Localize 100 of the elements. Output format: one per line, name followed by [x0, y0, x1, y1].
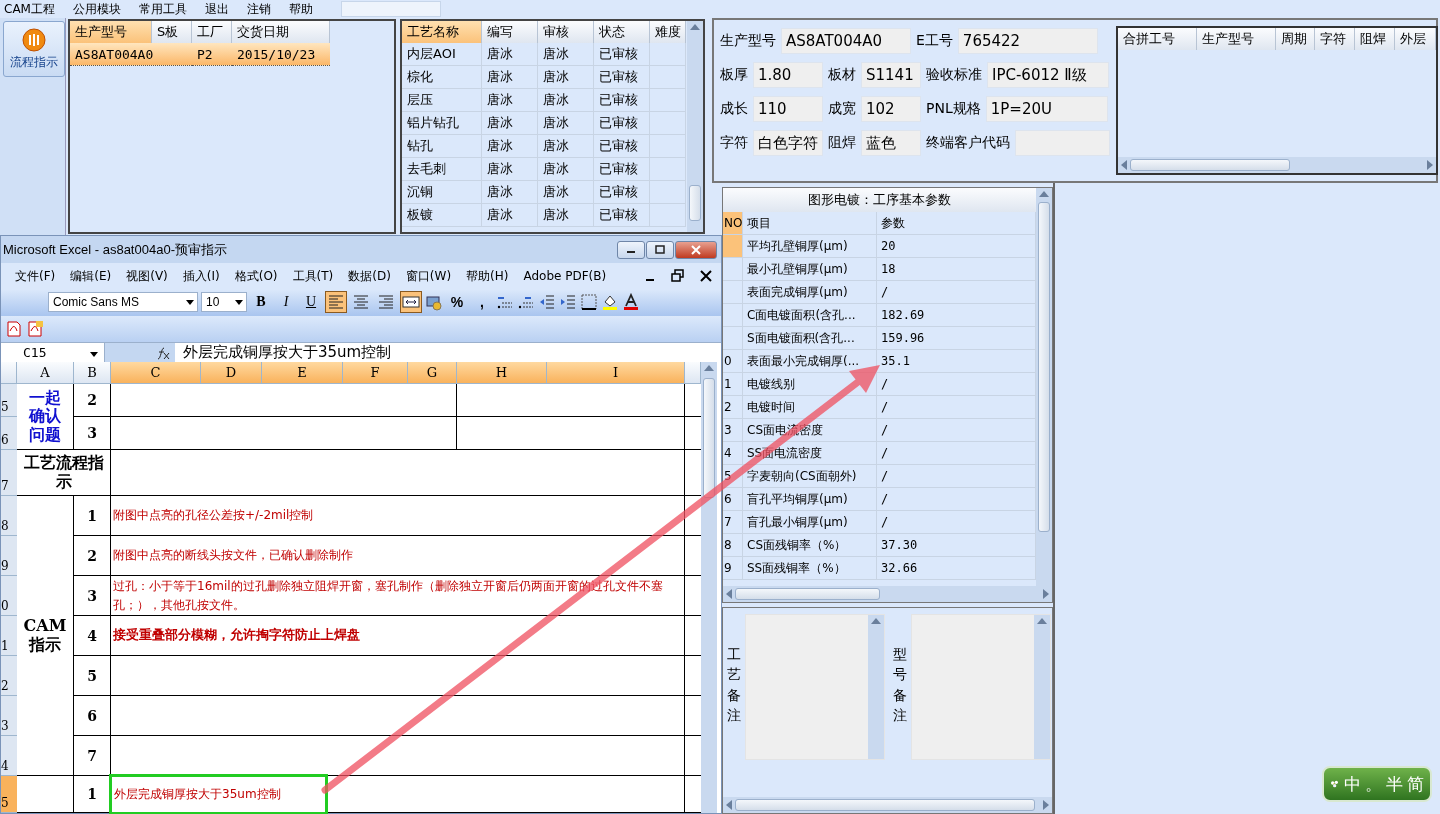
vertical-scrollbar[interactable]	[701, 362, 717, 813]
search-field[interactable]	[340, 1, 441, 17]
scroll-right-icon[interactable]	[1042, 589, 1050, 599]
scroll-up-icon[interactable]	[704, 364, 714, 372]
corner-cell[interactable]	[1, 362, 17, 384]
row-header[interactable]: 1	[1, 616, 17, 656]
note-field[interactable]	[745, 614, 885, 760]
scroll-thumb[interactable]	[1130, 159, 1290, 171]
sheet-cell[interactable]	[111, 417, 457, 450]
scroll-left-icon[interactable]	[1120, 160, 1128, 170]
pdf-icon[interactable]	[26, 319, 44, 338]
pdf-icon[interactable]	[5, 319, 23, 338]
text-field[interactable]: S1141	[861, 62, 921, 88]
column-header[interactable]: H	[457, 362, 547, 384]
sheet-cell[interactable]	[111, 656, 685, 696]
horizontal-scrollbar[interactable]	[723, 586, 1052, 602]
format-button[interactable]: U	[300, 291, 322, 314]
scroll-up-icon[interactable]	[690, 23, 700, 31]
sheet-cell[interactable]: 附图中点亮的孔径公差按+/-2mil控制	[111, 506, 316, 525]
text-field[interactable]: 110	[753, 96, 823, 122]
outdent-icon[interactable]	[538, 293, 556, 312]
menu-item[interactable]: 数据(D)	[348, 267, 391, 285]
ime-toggle[interactable]: 。	[1365, 772, 1382, 796]
row-header[interactable]: 9	[1, 536, 17, 576]
column-header[interactable]: 审核	[538, 21, 594, 43]
column-header[interactable]: 外层	[1394, 28, 1437, 50]
text-field[interactable]: 1.80	[753, 62, 823, 88]
row-header[interactable]: 0	[1, 576, 17, 616]
column-header[interactable]: S板	[152, 21, 192, 43]
row-header[interactable]: 7	[1, 450, 17, 496]
number-format-button[interactable]: ,	[471, 291, 493, 314]
vertical-scrollbar[interactable]	[1036, 188, 1052, 586]
vertical-scrollbar[interactable]	[1034, 615, 1050, 759]
text-field[interactable]: 102	[861, 96, 921, 122]
menu-item[interactable]: 注销	[246, 0, 271, 18]
column-header[interactable]: 工艺名称	[402, 21, 482, 43]
column-header[interactable]: 阻焊	[1355, 28, 1395, 50]
scroll-left-icon[interactable]	[725, 589, 733, 599]
column-header[interactable]: A	[17, 362, 74, 384]
format-button[interactable]: B	[250, 291, 272, 314]
menu-item[interactable]: 窗口(W)	[405, 267, 452, 285]
column-header[interactable]	[685, 362, 701, 384]
text-field[interactable]: IPC-6012 Ⅱ级	[987, 62, 1109, 88]
sheet-cell[interactable]	[17, 776, 74, 813]
scroll-thumb[interactable]	[735, 588, 880, 600]
menu-item[interactable]: 文件(F)	[15, 267, 56, 285]
column-header[interactable]: C	[111, 362, 201, 384]
dropdown-icon[interactable]	[90, 352, 98, 357]
menu-item[interactable]: Adobe PDF(B)	[523, 269, 607, 284]
scroll-up-icon[interactable]	[1037, 617, 1047, 625]
ime-toggle[interactable]: 半	[1386, 772, 1403, 796]
vertical-scrollbar[interactable]	[687, 21, 703, 232]
scroll-thumb[interactable]	[1038, 202, 1050, 532]
menu-item[interactable]: CAM工程	[4, 0, 55, 18]
sheet-cell[interactable]: 附图中点亮的断线头按文件，已确认删除制作	[111, 546, 355, 565]
column-header[interactable]: 编写	[482, 21, 538, 43]
flow-button[interactable]: 流程指示	[3, 21, 65, 77]
sheet-cell[interactable]	[111, 696, 685, 736]
column-header[interactable]: 难度	[650, 21, 686, 43]
row-header[interactable]: 5	[1, 384, 17, 417]
column-header[interactable]: 工厂	[192, 21, 232, 43]
menu-item[interactable]: 常用工具	[138, 0, 187, 18]
align-left-button[interactable]	[325, 291, 347, 314]
row-header[interactable]: 2	[1, 656, 17, 696]
sheet-cell[interactable]	[111, 450, 685, 496]
menu-item[interactable]: 插入(I)	[182, 267, 220, 285]
scroll-up-icon[interactable]	[1039, 190, 1049, 198]
borders-icon[interactable]	[580, 293, 598, 312]
scroll-thumb[interactable]	[735, 799, 1035, 811]
dropdown-icon[interactable]	[235, 299, 243, 305]
dropdown-icon[interactable]	[186, 299, 194, 305]
column-header[interactable]: I	[547, 362, 685, 384]
function-icon[interactable]	[155, 345, 171, 360]
font-color-icon[interactable]	[622, 293, 640, 312]
scroll-up-icon[interactable]	[871, 617, 881, 625]
scroll-right-icon[interactable]	[1042, 800, 1050, 810]
vertical-scrollbar[interactable]	[868, 615, 884, 759]
column-header[interactable]: 生产型号	[1196, 28, 1276, 50]
column-header[interactable]: G	[408, 362, 457, 384]
sheet-cell[interactable]: 接受重叠部分模糊，允许掏字符防止上焊盘	[111, 625, 362, 646]
fill-color-icon[interactable]	[601, 293, 619, 312]
text-field[interactable]: 765422	[957, 28, 1098, 54]
row-header[interactable]: 5	[1, 776, 17, 813]
row-header[interactable]: 6	[1, 417, 17, 450]
sheet-cell[interactable]	[111, 384, 457, 417]
horizontal-scrollbar[interactable]	[723, 797, 1052, 813]
number-format-button[interactable]: %	[446, 291, 468, 314]
sheet-cell[interactable]: 过孔：小于等于16mil的过孔删除独立阻焊开窗，塞孔制作（删除独立开窗后仍两面开窗的过孔文件不塞孔；），其他孔按文件。	[111, 576, 684, 615]
note-field[interactable]	[911, 614, 1051, 760]
column-header[interactable]: 项目	[743, 212, 877, 235]
row-header[interactable]: 8	[1, 496, 17, 536]
menu-item[interactable]: 视图(V)	[126, 267, 168, 285]
column-header[interactable]: 状态	[594, 21, 650, 43]
sheet-cell[interactable]: 外层完成铜厚按大于35um控制	[111, 775, 326, 813]
menu-item[interactable]: 退出	[204, 0, 229, 18]
sheet-cell[interactable]	[457, 417, 685, 450]
horizontal-scrollbar[interactable]	[1118, 157, 1436, 173]
text-field[interactable]: 蓝色	[861, 130, 921, 156]
scroll-thumb[interactable]	[703, 378, 715, 498]
merge-center-button[interactable]	[400, 291, 422, 314]
